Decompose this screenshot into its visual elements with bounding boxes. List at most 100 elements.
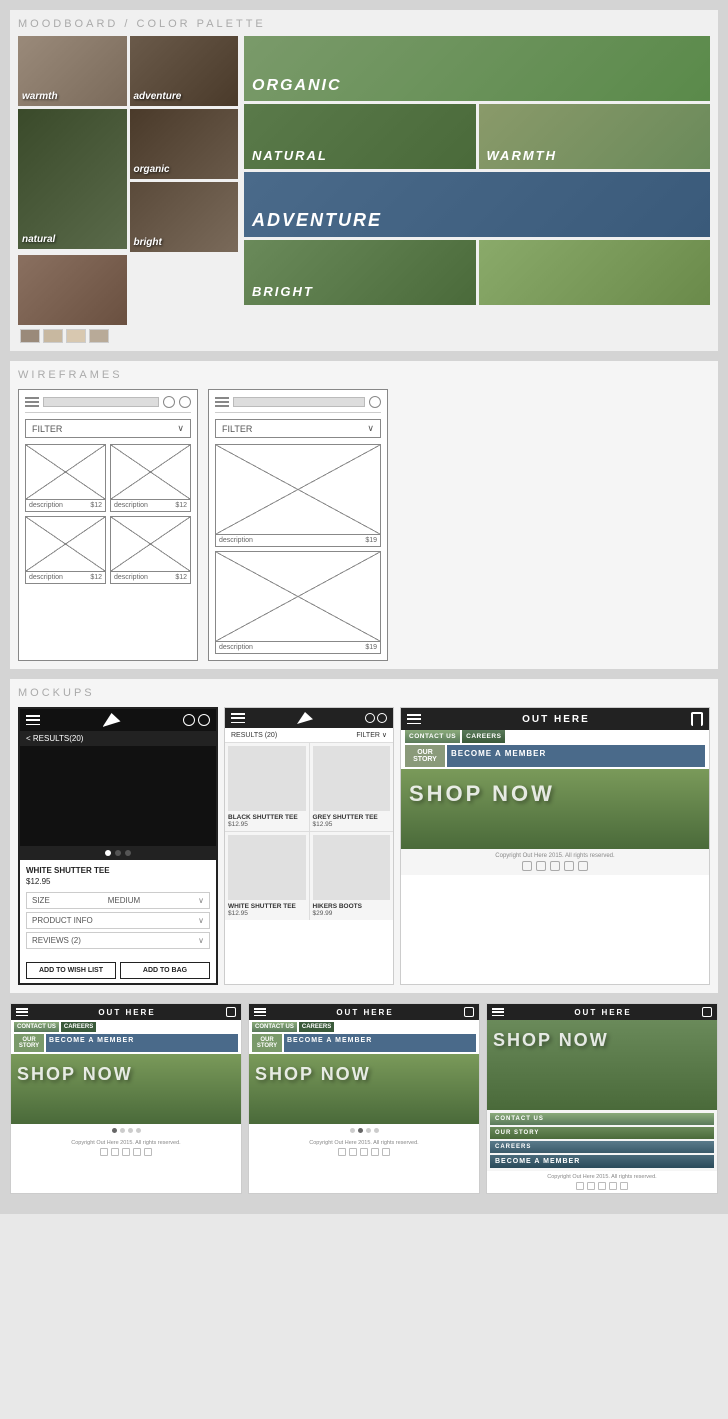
bm-2-rss-icon[interactable] [382, 1148, 390, 1156]
mock-list-item-4[interactable]: HIKERS BOOTS $29.99 [310, 832, 394, 920]
bm-2-careers[interactable]: CAREERS [299, 1022, 334, 1032]
bm-1-become[interactable]: BECOME A MEMBER [46, 1034, 238, 1052]
mood-r-organic: ORGANIC [244, 36, 710, 101]
bm-2-dot-2[interactable] [358, 1128, 363, 1133]
mock-home-ham[interactable] [407, 714, 421, 724]
bm-1-lock-icon [226, 1007, 236, 1017]
bm-3-twitter-icon[interactable] [576, 1182, 584, 1190]
wf-desc-2: description [114, 502, 148, 509]
mock-wishlist-btn[interactable]: ADD TO WISH LIST [26, 962, 116, 979]
wireframe-section: WIREFRAMES FILTER ∨ [10, 361, 718, 669]
wf-cross-2 [111, 445, 190, 499]
bm-1-dot-3[interactable] [128, 1128, 133, 1133]
mock-list-img-3 [228, 835, 306, 900]
wf-hamburger-1[interactable] [25, 397, 39, 407]
page-wrapper: MOODBOARD / COLOR PALETTE warmth adventu… [0, 0, 728, 1214]
mock-nav-careers[interactable]: CAREERS [462, 730, 505, 743]
wf-logo-1 [43, 397, 159, 407]
bm-3-story-item[interactable]: OUR STORY [490, 1127, 714, 1139]
bm-1-careers[interactable]: CAREERS [61, 1022, 96, 1032]
bm-3-footer: Copyright Out Here 2015. All rights rese… [487, 1171, 717, 1193]
wf-hamburger-2[interactable] [215, 397, 229, 407]
mock-shop-now-text[interactable]: SHOP NOW [409, 781, 701, 807]
mock-list-price-2: $12.95 [313, 821, 391, 828]
mock-gplus-icon[interactable] [550, 861, 560, 871]
mock-twitter-icon[interactable] [522, 861, 532, 871]
mock-nav-contact[interactable]: CONTACT US [405, 730, 460, 743]
mock-info-row[interactable]: PRODUCT INFO ∨ [26, 912, 210, 929]
bm-2-ham[interactable] [254, 1008, 266, 1016]
bm-1-gplus-icon[interactable] [122, 1148, 130, 1156]
bottom-mock-2: OUT HERE CONTACT US CAREERS OUR STORY BE… [248, 1003, 480, 1194]
mock-bag-btn[interactable]: ADD TO BAG [120, 962, 210, 979]
mock-facebook-icon[interactable] [536, 861, 546, 871]
mock-home-nav: CONTACT US CAREERS [401, 730, 709, 743]
mock-instagram-icon[interactable] [564, 861, 574, 871]
bm-2-dot-1[interactable] [350, 1128, 355, 1133]
mock-user-icon [183, 714, 195, 726]
bm-3-ham[interactable] [492, 1008, 504, 1016]
bm-1-ham[interactable] [16, 1008, 28, 1016]
mood-img-bright: bright [130, 182, 239, 252]
mock-dot-3[interactable] [125, 850, 131, 856]
bm-1-dot-2[interactable] [120, 1128, 125, 1133]
bm-3-gplus-icon[interactable] [598, 1182, 606, 1190]
bm-3-become-item[interactable]: BECOME A MEMBER [490, 1155, 714, 1168]
wf-product-info-3: description$12 [26, 572, 105, 583]
wf-filter-bar-1[interactable]: FILTER ∨ [25, 419, 191, 438]
bm-1-story[interactable]: OUR STORY [14, 1034, 44, 1052]
bm-1-footer: Copyright Out Here 2015. All rights rese… [11, 1137, 241, 1159]
bm-1-contact[interactable]: CONTACT US [14, 1022, 59, 1032]
mock-list-ham[interactable] [231, 713, 245, 723]
swatch-4 [89, 329, 109, 343]
bm-1-dot-4[interactable] [136, 1128, 141, 1133]
bm-3-copyright: Copyright Out Here 2015. All rights rese… [547, 1174, 656, 1180]
bm-2-become[interactable]: BECOME A MEMBER [284, 1034, 476, 1052]
mock-dot-2[interactable] [115, 850, 121, 856]
bm-1-twitter-icon[interactable] [100, 1148, 108, 1156]
mock-become-member[interactable]: BECOME A MEMBER [447, 745, 705, 767]
mock-our-story[interactable]: OUR STORY [405, 745, 445, 767]
mock-list-item-2[interactable]: GREY SHUTTER TEE $12.95 [310, 743, 394, 831]
bm-2-shop: SHOP NOW [249, 1054, 479, 1124]
bm-3-rss-icon[interactable] [620, 1182, 628, 1190]
mock-dot-1[interactable] [105, 850, 111, 856]
wf-filter-bar-2[interactable]: FILTER ∨ [215, 419, 381, 438]
mock-info-chevron: ∨ [198, 916, 204, 925]
bm-2-shop-text: SHOP NOW [255, 1064, 473, 1085]
wireframe-phone-2col: FILTER ∨ description$12 description$12 d… [18, 389, 198, 661]
bm-3-fb-icon[interactable] [587, 1182, 595, 1190]
mock-size-row[interactable]: SIZE MEDIUM ∨ [26, 892, 210, 909]
mood-r-extra [479, 240, 711, 305]
bm-2-dot-4[interactable] [374, 1128, 379, 1133]
wf-product-info-1: description$12 [26, 500, 105, 511]
mock-back-label[interactable]: < RESULTS(20) [20, 731, 216, 746]
color-swatches [20, 329, 238, 343]
mock-detail-ham[interactable] [26, 715, 40, 725]
bm-1-dot-1[interactable] [112, 1128, 117, 1133]
bm-2-contact[interactable]: CONTACT US [252, 1022, 297, 1032]
mood-label-natural: natural [22, 234, 55, 245]
bm-2-ig-icon[interactable] [371, 1148, 379, 1156]
bm-1-fb-icon[interactable] [111, 1148, 119, 1156]
mock-reviews-row[interactable]: REVIEWS (2) ∨ [26, 932, 210, 949]
bm-3-ig-icon[interactable] [609, 1182, 617, 1190]
bm-1-rss-icon[interactable] [144, 1148, 152, 1156]
mock-list-item-1[interactable]: BLACK SHUTTER TEE $12.95 [225, 743, 309, 831]
mood-img-organic: organic [130, 109, 239, 179]
mock-rss-icon[interactable] [578, 861, 588, 871]
mock-list-name-3: WHITE SHUTTER TEE [228, 903, 306, 910]
bm-3-careers-item[interactable]: CAREERS [490, 1141, 714, 1153]
swatch-2 [43, 329, 63, 343]
bm-2-social-icons [252, 1148, 476, 1156]
bm-1-ig-icon[interactable] [133, 1148, 141, 1156]
bm-3-contact-item[interactable]: CONTACT US [490, 1113, 714, 1125]
mock-products-list-grid: BLACK SHUTTER TEE $12.95 GREY SHUTTER TE… [225, 743, 393, 920]
bm-2-story[interactable]: OUR STORY [252, 1034, 282, 1052]
mock-list-item-3[interactable]: WHITE SHUTTER TEE $12.95 [225, 832, 309, 920]
mock-reviews-label: REVIEWS (2) [32, 936, 81, 945]
bm-2-fb-icon[interactable] [349, 1148, 357, 1156]
bm-2-gplus-icon[interactable] [360, 1148, 368, 1156]
bm-2-twitter-icon[interactable] [338, 1148, 346, 1156]
bm-2-dot-3[interactable] [366, 1128, 371, 1133]
